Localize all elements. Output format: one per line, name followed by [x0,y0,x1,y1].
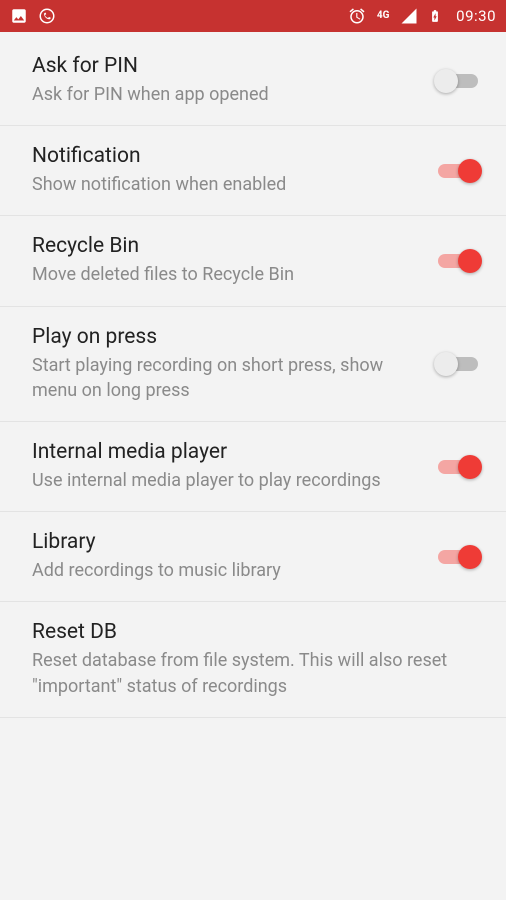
battery-charging-icon [426,7,444,25]
toggle-switch[interactable] [434,249,482,273]
signal-icon [400,7,418,25]
toggle-thumb [458,545,482,569]
setting-desc: Ask for PIN when app opened [32,82,418,107]
setting-desc: Move deleted files to Recycle Bin [32,262,418,287]
setting-title: Ask for PIN [32,54,418,78]
setting-desc: Add recordings to music library [32,558,418,583]
toggle-switch[interactable] [434,352,482,376]
toggle-thumb [458,249,482,273]
gallery-icon [10,7,28,25]
setting-text: Notification Show notification when enabl… [32,144,434,197]
toggle-switch[interactable] [434,69,482,93]
status-bar: 4G 09:30 [0,0,506,32]
status-left [10,7,56,25]
setting-title: Play on press [32,325,418,349]
clock: 09:30 [456,7,496,25]
setting-title: Internal media player [32,440,418,464]
setting-row: Ask for PIN Ask for PIN when app opened [0,36,506,126]
setting-text: Recycle Bin Move deleted files to Recycle… [32,234,434,287]
setting-desc: Show notification when enabled [32,172,418,197]
alarm-icon [348,7,366,25]
network-icon: 4G [374,7,392,25]
settings-list: Ask for PIN Ask for PIN when app opened No… [0,32,506,718]
setting-text: Ask for PIN Ask for PIN when app opened [32,54,434,107]
toggle-thumb [434,69,458,93]
setting-title: Recycle Bin [32,234,418,258]
phone-icon [38,7,56,25]
setting-row: Play on press Start playing recording on … [0,307,506,422]
setting-desc: Start playing recording on short press, … [32,353,418,403]
status-right: 4G 09:30 [348,7,496,25]
network-label: 4G [377,11,390,21]
setting-title: Notification [32,144,418,168]
setting-row: Internal media player Use internal media … [0,422,506,512]
toggle-thumb [434,352,458,376]
setting-title: Library [32,530,418,554]
setting-row[interactable]: Reset DB Reset database from file system.… [0,602,506,717]
setting-desc: Use internal media player to play record… [32,468,418,493]
toggle-thumb [458,159,482,183]
setting-text: Play on press Start playing recording on … [32,325,434,403]
toggle-switch[interactable] [434,159,482,183]
toggle-switch[interactable] [434,545,482,569]
toggle-thumb [458,455,482,479]
setting-title: Reset DB [32,620,466,644]
setting-row: Library Add recordings to music library [0,512,506,602]
setting-text: Internal media player Use internal media … [32,440,434,493]
setting-row: Recycle Bin Move deleted files to Recycle… [0,216,506,306]
toggle-switch[interactable] [434,455,482,479]
setting-text: Library Add recordings to music library [32,530,434,583]
setting-row: Notification Show notification when enabl… [0,126,506,216]
setting-text: Reset DB Reset database from file system.… [32,620,482,698]
setting-desc: Reset database from file system. This wi… [32,648,466,698]
